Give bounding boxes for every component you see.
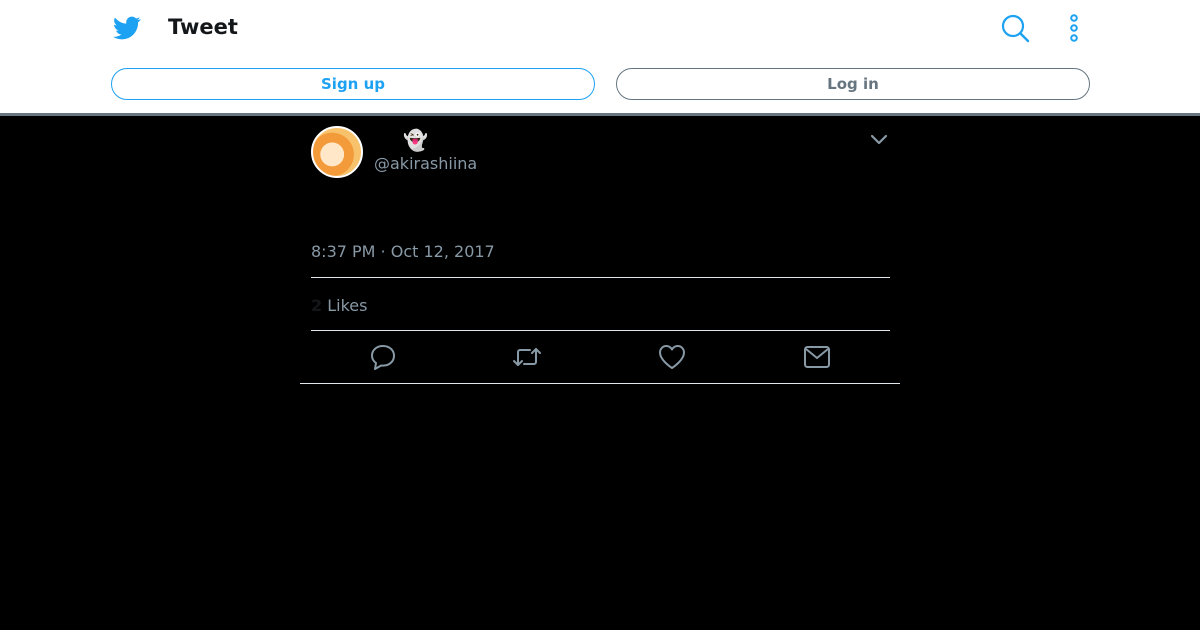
- reply-icon[interactable]: [368, 342, 398, 372]
- avatar[interactable]: [311, 126, 363, 178]
- retweet-icon[interactable]: [512, 342, 542, 372]
- top-bar: Tweet Sign up Log in: [0, 0, 1200, 116]
- like-icon[interactable]: [657, 342, 687, 372]
- search-icon[interactable]: [1000, 13, 1030, 43]
- likes-label: Likes: [327, 296, 368, 315]
- likes-count[interactable]: 2 Likes: [311, 296, 367, 315]
- page-title: Tweet: [168, 15, 238, 39]
- message-icon[interactable]: [802, 342, 832, 372]
- log-in-button[interactable]: Log in: [616, 68, 1090, 100]
- divider: [311, 330, 890, 331]
- more-vertical-icon[interactable]: [1062, 13, 1086, 43]
- chevron-down-icon[interactable]: [869, 132, 889, 148]
- tweet-card: 👻 @akirashiina 8:37 PM · Oct 12, 2017 2 …: [300, 116, 900, 384]
- likes-number: 2: [311, 296, 323, 315]
- divider: [300, 383, 900, 384]
- user-handle[interactable]: @akirashiina: [374, 154, 477, 173]
- twitter-bird-icon[interactable]: [112, 14, 142, 42]
- divider: [311, 277, 890, 278]
- sign-up-button[interactable]: Sign up: [111, 68, 595, 100]
- tweet-timestamp[interactable]: 8:37 PM · Oct 12, 2017: [311, 242, 495, 261]
- display-name-emoji: 👻: [403, 128, 428, 152]
